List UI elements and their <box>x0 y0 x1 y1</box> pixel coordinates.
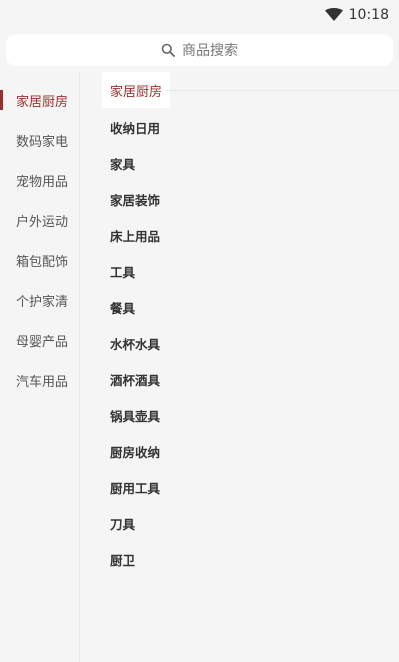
search-placeholder: 商品搜索 <box>182 43 238 59</box>
header-divider <box>166 90 399 91</box>
subcategory-item[interactable]: 厨用工具 <box>110 469 399 505</box>
subcategory-item[interactable]: 家具 <box>110 145 399 181</box>
category-sidebar: 家居厨房 数码家电 宠物用品 户外运动 箱包配饰 个护家清 母婴产品 汽车用品 <box>0 72 80 662</box>
category-page: 家居厨房 数码家电 宠物用品 户外运动 箱包配饰 个护家清 母婴产品 汽车用品 … <box>0 72 399 662</box>
status-bar: 10:18 <box>0 0 399 30</box>
search-input[interactable]: 商品搜索 <box>6 34 393 66</box>
subcategory-item[interactable]: 床上用品 <box>110 217 399 253</box>
sidebar-item-digital-appliances[interactable]: 数码家电 <box>0 120 79 160</box>
sidebar-item-personal-care[interactable]: 个护家清 <box>0 280 79 320</box>
subcategory-item[interactable]: 家居装饰 <box>110 181 399 217</box>
sidebar-item-home-kitchen[interactable]: 家居厨房 <box>0 80 79 120</box>
subcategory-item[interactable]: 刀具 <box>110 505 399 541</box>
sidebar-item-pet-supplies[interactable]: 宠物用品 <box>0 160 79 200</box>
status-time: 10:18 <box>348 7 389 23</box>
sidebar-item-bags-accessories[interactable]: 箱包配饰 <box>0 240 79 280</box>
subcategory-item[interactable]: 工具 <box>110 253 399 289</box>
search-bar: 商品搜索 <box>0 30 399 72</box>
wifi-icon <box>324 8 343 21</box>
search-icon <box>161 43 175 57</box>
sidebar-item-baby-products[interactable]: 母婴产品 <box>0 320 79 360</box>
sidebar-item-car-supplies[interactable]: 汽车用品 <box>0 360 79 400</box>
subcategory-item[interactable]: 酒杯酒具 <box>110 361 399 397</box>
subcategory-item[interactable]: 水杯水具 <box>110 325 399 361</box>
subcategory-list: 收纳日用 家具 家居装饰 床上用品 工具 餐具 水杯水具 酒杯酒具 锅具壶具 厨… <box>110 109 399 577</box>
subcategory-item[interactable]: 餐具 <box>110 289 399 325</box>
subcategory-item[interactable]: 收纳日用 <box>110 109 399 145</box>
subcategory-header: 家居厨房 <box>102 72 171 108</box>
subcategory-panel: 家居厨房 收纳日用 家具 家居装饰 床上用品 工具 餐具 水杯水具 酒杯酒具 锅… <box>80 72 399 662</box>
sidebar-item-outdoor-sports[interactable]: 户外运动 <box>0 200 79 240</box>
subcategory-item[interactable]: 厨卫 <box>110 541 399 577</box>
subcategory-item[interactable]: 厨房收纳 <box>110 433 399 469</box>
subcategory-item[interactable]: 锅具壶具 <box>110 397 399 433</box>
